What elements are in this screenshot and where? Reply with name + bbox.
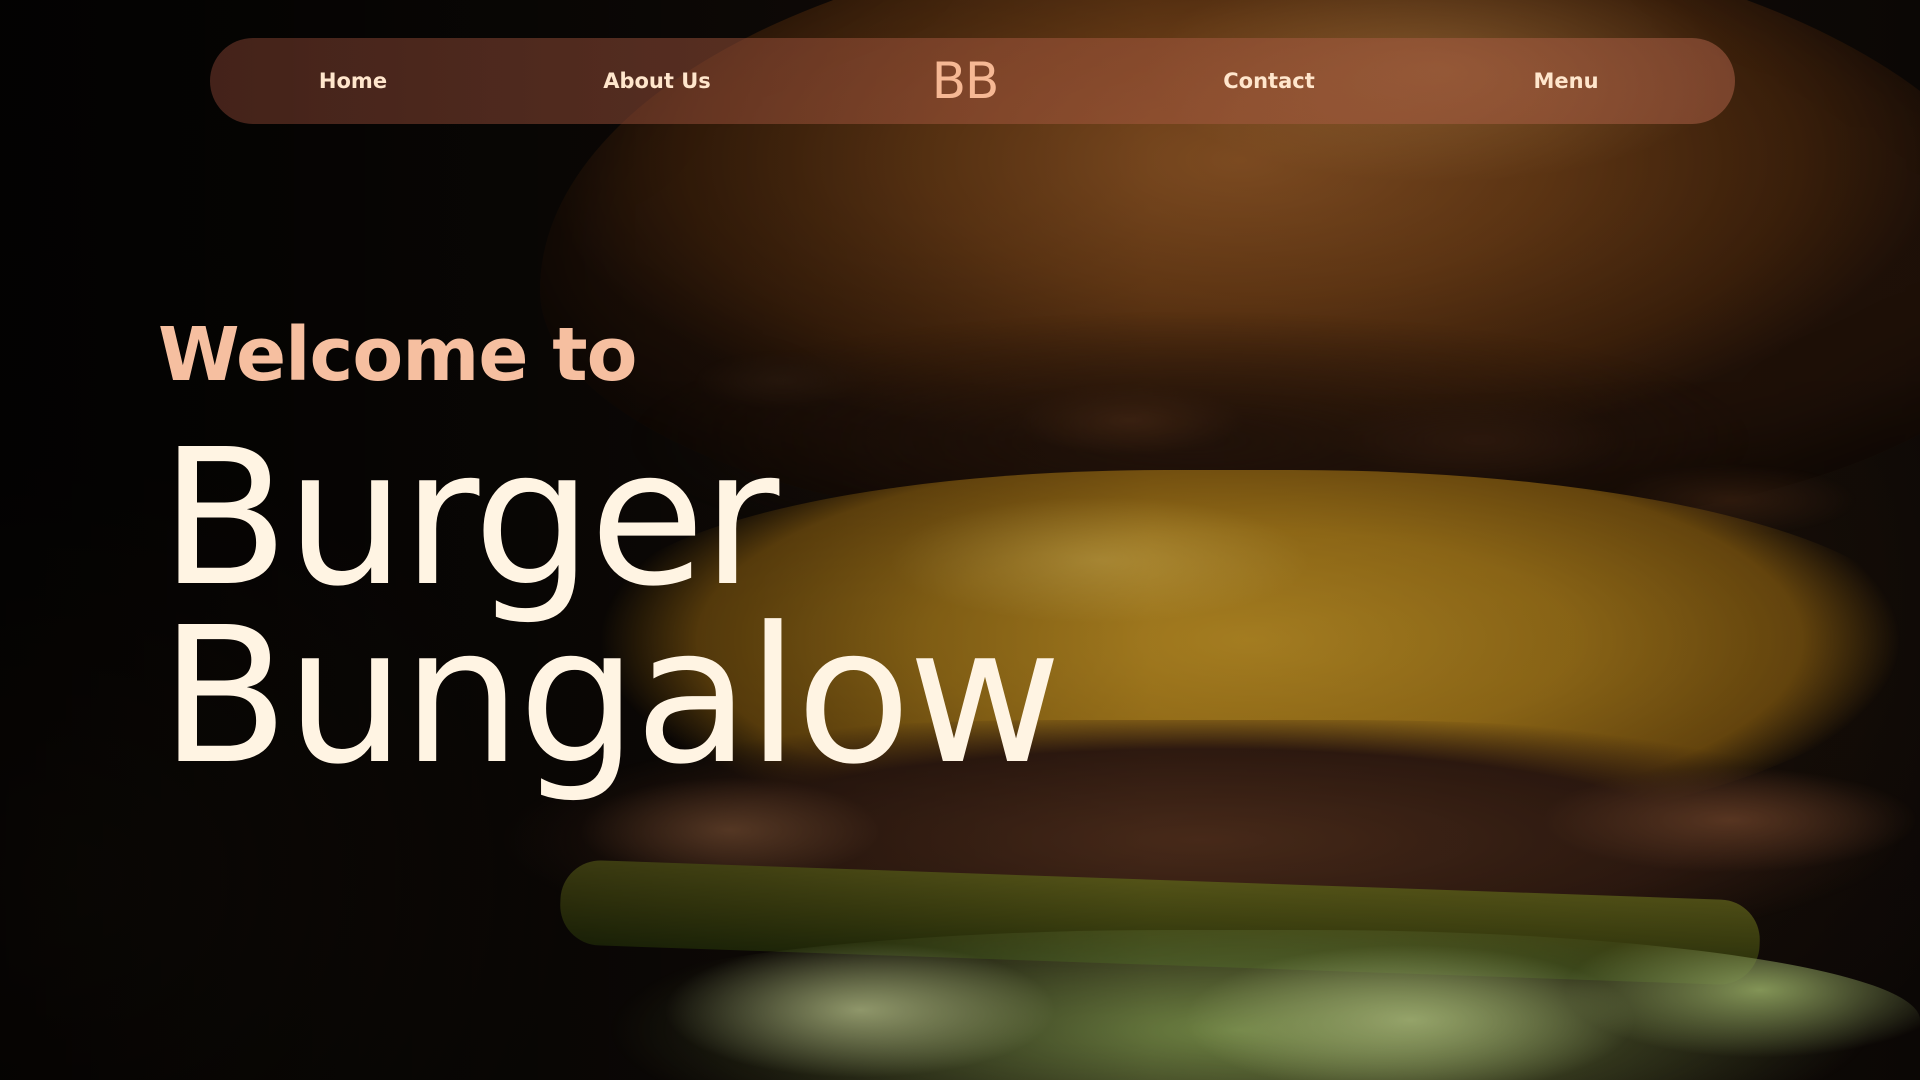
nav-link-contact[interactable]: Contact [1223,69,1315,93]
top-navigation-bar: Home About Us BB Contact Menu [210,38,1735,124]
hero-title-line-2: Bungalow [160,587,1062,806]
nav-link-home[interactable]: Home [319,69,387,93]
nav-link-about-us[interactable]: About Us [603,69,711,93]
hero-title-line-1: Burger [160,409,779,628]
hero-welcome-text: Welcome to [158,312,638,398]
landing-page: Home About Us BB Contact Menu Welcome to… [0,0,1920,1080]
hero-title: Burger Bungalow [160,409,1062,806]
nav-link-menu[interactable]: Menu [1533,69,1598,93]
brand-logo[interactable]: BB [932,52,1000,110]
